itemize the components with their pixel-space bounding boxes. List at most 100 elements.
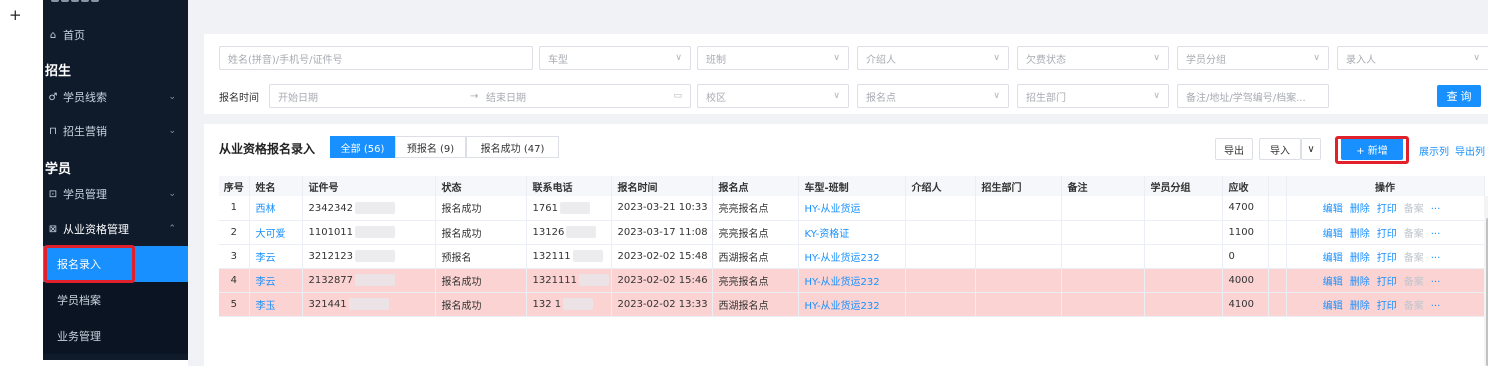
print-link[interactable]: 打印 xyxy=(1377,301,1397,312)
car-class-link[interactable]: HY-从业货运 xyxy=(798,196,906,221)
car-class-link[interactable]: HY-从业货运232 xyxy=(798,268,906,293)
edit-link[interactable]: 编辑 xyxy=(1323,277,1343,288)
more-icon[interactable]: ··· xyxy=(1431,277,1441,288)
phone-number: 1321111 xyxy=(532,275,578,286)
phone-cell: 132111 xyxy=(526,244,612,269)
chevron-down-icon: ∨ xyxy=(993,53,1000,63)
id-number: 3212123 xyxy=(308,251,354,262)
enroll-point-cell: 西湖报名点 xyxy=(712,244,799,269)
remark-input[interactable]: 备注/地址/学驾编号/档案... xyxy=(1177,84,1329,108)
actions-cell: 编辑 删除 打印 备案 ··· xyxy=(1286,292,1485,317)
table-row[interactable]: 4 李云 2132877 报名成功 1321111 2023-02-02 15:46 亮亮报… xyxy=(219,268,1485,293)
sidebar-item-label: 学员管理 xyxy=(63,188,107,201)
student-name-link[interactable]: 大可爱 xyxy=(249,220,303,245)
import-dropdown-button[interactable]: ∨ xyxy=(1301,138,1321,160)
referrer-cell xyxy=(905,292,976,317)
sidebar-item-student-mgmt[interactable]: ⊡ 学员管理 ⌄ xyxy=(43,183,188,205)
group-cell xyxy=(1144,220,1223,245)
archive-link[interactable]: 备案 xyxy=(1404,301,1424,312)
student-group-select[interactable]: 学员分组 ∨ xyxy=(1177,46,1329,70)
more-icon[interactable]: ··· xyxy=(1431,204,1441,215)
campus-select[interactable]: 校区 ∨ xyxy=(697,84,849,108)
sidebar: ⌂ 首页 招生 ♂ 学员线索 ⌄ ⊓ 招生营销 ⌄ 学员 ⊡ 学员管理 ⌄ ⊠ … xyxy=(43,0,188,360)
delete-link[interactable]: 删除 xyxy=(1350,277,1370,288)
sidebar-item-marketing[interactable]: ⊓ 招生营销 ⌄ xyxy=(43,120,188,142)
show-columns-link[interactable]: 展示列 xyxy=(1419,143,1449,158)
delete-link[interactable]: 删除 xyxy=(1350,253,1370,264)
archive-link[interactable]: 备案 xyxy=(1404,204,1424,215)
table-row[interactable]: 5 李玉 321441 报名成功 132 1 2023-02-02 13:33 西湖报名点 H… xyxy=(219,292,1485,317)
class-system-select[interactable]: 班制 ∨ xyxy=(697,46,849,70)
referrer-select[interactable]: 介绍人 ∨ xyxy=(857,46,1009,70)
highlight-box xyxy=(44,245,135,283)
delete-link[interactable]: 删除 xyxy=(1350,301,1370,312)
sidebar-item-home[interactable]: ⌂ 首页 xyxy=(43,24,188,46)
sidebar-subitem-archive[interactable]: 学员档案 xyxy=(43,282,188,318)
table-row[interactable]: 1 西林 2342342 报名成功 1761 2023-03-21 10:33 亮亮报名点 H… xyxy=(219,196,1485,221)
chevron-up-icon: ⌃ xyxy=(168,224,176,234)
date-range-picker[interactable]: 开始日期 → 结束日期 ▭ xyxy=(269,84,691,108)
query-button[interactable]: 查 询 xyxy=(1437,85,1481,107)
print-link[interactable]: 打印 xyxy=(1377,204,1397,215)
highlight-box xyxy=(1335,136,1409,164)
export-columns-link[interactable]: 导出列 xyxy=(1455,143,1485,158)
enroll-time-cell: 2023-03-21 10:33 xyxy=(611,196,713,221)
delete-link[interactable]: 删除 xyxy=(1350,204,1370,215)
car-class-link[interactable]: KY-资格证 xyxy=(798,220,906,245)
student-name-link[interactable]: 李云 xyxy=(249,268,303,293)
table-row[interactable]: 2 大可爱 1101011 报名成功 13126 2023-03-17 11:08 亮亮报名… xyxy=(219,220,1485,245)
edit-link[interactable]: 编辑 xyxy=(1323,253,1343,264)
search-input[interactable]: 姓名(拼音)/手机号/证件号 xyxy=(219,46,533,70)
end-date: 结束日期 xyxy=(486,92,526,104)
tab-all[interactable]: 全部 (56) xyxy=(330,136,395,158)
col-header xyxy=(1268,176,1287,196)
redacted-mask xyxy=(348,298,389,310)
student-name-link[interactable]: 李云 xyxy=(249,244,303,269)
tab-pre-enroll[interactable]: 预报名 (9) xyxy=(395,136,466,158)
row-number: 4 xyxy=(219,268,250,293)
tab-enroll-success[interactable]: 报名成功 (47) xyxy=(466,136,559,158)
delete-link[interactable]: 删除 xyxy=(1350,229,1370,240)
dept-cell xyxy=(975,196,1062,221)
student-name-link[interactable]: 西林 xyxy=(249,196,303,221)
dept-cell xyxy=(975,292,1062,317)
car-class-link[interactable]: HY-从业货运232 xyxy=(798,244,906,269)
more-icon[interactable]: ··· xyxy=(1431,301,1441,312)
entered-by-select[interactable]: 录入人 ∨ xyxy=(1337,46,1488,70)
group-cell xyxy=(1144,196,1223,221)
home-icon: ⌂ xyxy=(49,29,57,41)
more-icon[interactable]: ··· xyxy=(1431,229,1441,240)
car-class-link[interactable]: HY-从业货运232 xyxy=(798,292,906,317)
date-label: 报名时间 xyxy=(219,93,259,104)
table-row[interactable]: 3 李云 3212123 预报名 132111 2023-02-02 15:48 西湖报名点… xyxy=(219,244,1485,269)
print-link[interactable]: 打印 xyxy=(1377,277,1397,288)
sidebar-item-qual-mgmt[interactable]: ⊠ 从业资格管理 ⌃ xyxy=(43,218,188,240)
spacer-cell xyxy=(1268,244,1287,269)
car-type-select[interactable]: 车型 ∨ xyxy=(539,46,691,70)
sidebar-subitem-business[interactable]: 业务管理 xyxy=(43,318,188,354)
id-number-cell: 2342342 xyxy=(302,196,436,221)
import-button[interactable]: 导入 xyxy=(1259,138,1301,160)
actions-cell: 编辑 删除 打印 备案 ··· xyxy=(1286,244,1485,269)
edit-link[interactable]: 编辑 xyxy=(1323,301,1343,312)
sidebar-item-leads[interactable]: ♂ 学员线索 ⌄ xyxy=(43,86,188,108)
archive-link[interactable]: 备案 xyxy=(1404,277,1424,288)
col-header: 车型-班制 xyxy=(798,176,906,196)
student-name-link[interactable]: 李玉 xyxy=(249,292,303,317)
archive-link[interactable]: 备案 xyxy=(1404,253,1424,264)
enroll-time-cell: 2023-02-02 15:46 xyxy=(611,268,713,293)
table-panel: 从业资格报名录入 全部 (56) 预报名 (9) 报名成功 (47) 导出 导入… xyxy=(204,124,1488,366)
dept-select[interactable]: 招生部门 ∨ xyxy=(1017,84,1169,108)
print-link[interactable]: 打印 xyxy=(1377,229,1397,240)
row-number: 1 xyxy=(219,196,250,221)
export-button[interactable]: 导出 xyxy=(1215,138,1253,160)
more-icon[interactable]: ··· xyxy=(1431,253,1441,264)
edit-link[interactable]: 编辑 xyxy=(1323,229,1343,240)
plus-icon[interactable]: + xyxy=(9,6,22,24)
print-link[interactable]: 打印 xyxy=(1377,253,1397,264)
archive-link[interactable]: 备案 xyxy=(1404,229,1424,240)
id-number-cell: 3212123 xyxy=(302,244,436,269)
enroll-point-select[interactable]: 报名点 ∨ xyxy=(857,84,1009,108)
edit-link[interactable]: 编辑 xyxy=(1323,204,1343,215)
arrears-select[interactable]: 欠费状态 ∨ xyxy=(1017,46,1169,70)
